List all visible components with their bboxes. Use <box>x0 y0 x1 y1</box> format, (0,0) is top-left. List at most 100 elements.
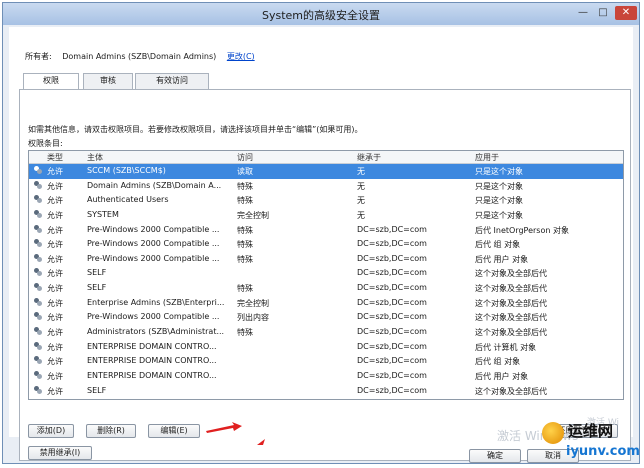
cell-type: 允许 <box>47 328 63 338</box>
edit-button[interactable]: 编辑(E) <box>148 424 200 438</box>
user-group-icon <box>33 239 45 250</box>
cell-applies-to: 只是这个对象 <box>475 196 523 206</box>
table-row[interactable]: 允许 SCCM (SZB\SCCM$) 读取 无 只是这个对象 <box>29 164 623 179</box>
table-row[interactable]: 允许 SYSTEM 完全控制 无 只是这个对象 <box>29 208 623 223</box>
cell-type: 允许 <box>47 167 63 176</box>
table-row[interactable]: 允许 Pre-Windows 2000 Compatible ... 特殊 DC=sz… <box>29 252 623 267</box>
add-button[interactable]: 添加(D) <box>28 424 74 438</box>
user-group-icon <box>33 224 45 236</box>
cell-type: 允许 <box>47 313 63 323</box>
cell-principal: SELF <box>87 268 107 278</box>
cell-principal: SELF <box>87 283 107 293</box>
cell-applies-to: 这个对象及全部后代 <box>475 284 547 294</box>
column-header-applies-to[interactable]: 应用于 <box>475 152 499 163</box>
table-row[interactable]: 允许 ENTERPRISE DOMAIN CONTRO... DC=szb,DC=c… <box>29 369 623 384</box>
cell-access: 特殊 <box>237 181 253 191</box>
cell-applies-to: 只是这个对象 <box>475 167 523 176</box>
cell-access: 列出内容 <box>237 313 269 323</box>
cell-type: 允许 <box>47 284 63 294</box>
cell-principal: Administrators (SZB\Administrat... <box>87 327 225 337</box>
cell-principal: Enterprise Admins (SZB\Enterpri... <box>87 297 225 307</box>
column-header-type[interactable]: 类型 <box>47 152 63 163</box>
cell-applies-to: 后代 用户 对象 <box>475 371 529 381</box>
window-title: System的高级安全设置 <box>261 9 381 22</box>
table-row[interactable]: 允许 Administrators (SZB\Administrat... 特殊 DC… <box>29 325 623 340</box>
title-bar[interactable]: System的高级安全设置 — □ ✕ <box>3 3 639 25</box>
site-watermark: 运维网 iyunv.com <box>540 418 640 464</box>
table-row[interactable]: 允许 Domain Admins (SZB\Domain A... 特殊 无 只是这个对… <box>29 179 623 194</box>
watermark-url: iyunv.com <box>566 444 640 459</box>
cell-type: 允许 <box>47 371 63 381</box>
remove-button[interactable]: 删除(R) <box>86 424 136 438</box>
permission-entries-list[interactable]: 类型 主体 访问 继承于 应用于 允许 SCCM (SZB\SCCM$) 读取无只是… <box>28 150 624 400</box>
table-row[interactable]: 允许 Authenticated Users 特殊 无 只是这个对象 <box>29 193 623 208</box>
cell-type: 允许 <box>47 386 63 396</box>
column-header-principal[interactable]: 主体 <box>87 152 103 163</box>
entries-label: 权限条目: <box>28 139 63 148</box>
user-group-icon <box>33 356 45 367</box>
cell-type: 允许 <box>47 210 63 220</box>
column-header-access[interactable]: 访问 <box>237 152 253 163</box>
user-group-icon <box>33 253 45 265</box>
cell-inherited-from: DC=szb,DC=com <box>357 268 427 278</box>
ok-button[interactable]: 确定 <box>469 449 521 463</box>
table-row[interactable]: 允许 Pre-Windows 2000 Compatible ... 特殊 DC=sz… <box>29 223 623 238</box>
cell-applies-to: 只是这个对象 <box>475 210 523 220</box>
red-triangle-icon <box>257 439 265 445</box>
cell-principal: ENTERPRISE DOMAIN CONTRO... <box>87 341 217 351</box>
table-row[interactable]: 允许 ENTERPRISE DOMAIN CONTRO... DC=szb,DC=c… <box>29 354 623 369</box>
cell-access: 特殊 <box>237 196 253 206</box>
cell-inherited-from: DC=szb,DC=com <box>357 341 427 351</box>
cell-applies-to: 这个对象及全部后代 <box>475 328 547 338</box>
info-text: 如需其他信息，请双击权限项目。若要修改权限项目，请选择该项目并单击“编辑”(如果… <box>28 125 363 134</box>
user-group-icon <box>33 385 45 397</box>
cell-type: 允许 <box>47 269 63 279</box>
user-group-icon <box>33 297 45 309</box>
tab-permissions[interactable]: 权限 <box>23 73 79 90</box>
table-row[interactable]: 允许 Pre-Windows 2000 Compatible ... 列出内容 DC=… <box>29 310 623 325</box>
table-row[interactable]: 允许 SELF DC=szb,DC=com 这个对象及全部后代 <box>29 266 623 281</box>
cell-inherited-from: 无 <box>357 210 365 220</box>
table-row[interactable]: 允许 Pre-Windows 2000 Compatible ... 特殊 DC=sz… <box>29 237 623 252</box>
cell-type: 允许 <box>47 196 63 206</box>
minimize-button[interactable]: — <box>573 6 593 20</box>
red-arrow-icon <box>206 422 242 433</box>
cell-inherited-from: DC=szb,DC=com <box>357 253 427 263</box>
tab-effective-access[interactable]: 有效访问 <box>135 73 209 89</box>
owner-row: 所有者: Domain Admins (SZB\Domain Admins) 更… <box>25 51 263 62</box>
cell-applies-to: 后代 计算机 对象 <box>475 342 537 352</box>
cell-inherited-from: DC=szb,DC=com <box>357 312 427 322</box>
tab-auditing[interactable]: 审核 <box>83 73 133 89</box>
column-header-inherited-from[interactable]: 继承于 <box>357 152 381 163</box>
user-group-icon <box>33 209 45 221</box>
cell-access: 完全控制 <box>237 298 269 308</box>
cell-applies-to: 后代 组 对象 <box>475 357 521 367</box>
cell-inherited-from: DC=szb,DC=com <box>357 283 427 293</box>
dialog-body: 所有者: Domain Admins (SZB\Domain Admins) 更… <box>9 27 633 461</box>
table-row[interactable]: 允许 SELF DC=szb,DC=com 这个对象及全部后代 <box>29 384 623 399</box>
change-owner-link[interactable]: 更改(C) <box>227 52 255 61</box>
cell-principal: ENTERPRISE DOMAIN CONTRO... <box>87 356 217 366</box>
cell-access: 完全控制 <box>237 210 269 220</box>
cell-applies-to: 后代 组 对象 <box>475 240 521 250</box>
user-group-icon <box>33 166 45 177</box>
permissions-panel: 如需其他信息，请双击权限项目。若要修改权限项目，请选择该项目并单击“编辑”(如果… <box>19 89 631 461</box>
close-button[interactable]: ✕ <box>615 6 637 20</box>
table-row[interactable]: 允许 ENTERPRISE DOMAIN CONTRO... DC=szb,DC=c… <box>29 340 623 355</box>
cell-inherited-from: 无 <box>357 181 365 191</box>
cell-inherited-from: DC=szb,DC=com <box>357 370 427 380</box>
cell-access: 特殊 <box>237 225 253 235</box>
cell-type: 允许 <box>47 181 63 191</box>
watermark-name: 运维网 <box>568 422 614 440</box>
cell-principal: Pre-Windows 2000 Compatible ... <box>87 312 220 322</box>
cell-access: 特殊 <box>237 284 253 294</box>
cell-type: 允许 <box>47 240 63 250</box>
table-row[interactable]: 允许 SELF 特殊 DC=szb,DC=com 这个对象及全部后代 <box>29 281 623 296</box>
user-group-icon <box>33 283 45 294</box>
cell-principal: SELF <box>87 385 107 395</box>
cell-type: 允许 <box>47 342 63 352</box>
maximize-button[interactable]: □ <box>593 6 613 20</box>
table-row[interactable]: 允许 Enterprise Admins (SZB\Enterpri... 完全控制… <box>29 296 623 311</box>
cell-principal: Pre-Windows 2000 Compatible ... <box>87 224 220 234</box>
disable-inheritance-button[interactable]: 禁用继承(I) <box>28 446 92 460</box>
